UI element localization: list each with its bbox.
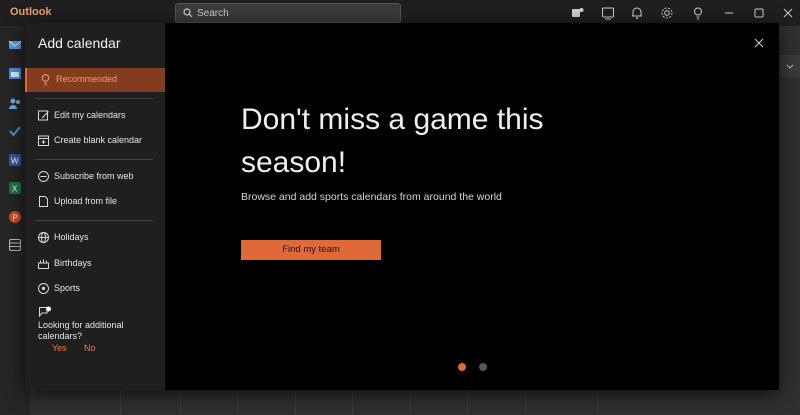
- nav-sports[interactable]: Sports: [25, 277, 165, 301]
- feedback-icon: [38, 306, 52, 318]
- divider: [35, 98, 153, 99]
- maximize-icon[interactable]: [751, 5, 767, 21]
- nav-label: Create blank calendar: [54, 135, 143, 145]
- teams-icon[interactable]: [569, 5, 585, 21]
- nav-label: Upload from file: [54, 196, 118, 206]
- upload-file-icon: [37, 195, 50, 208]
- background-gridline: [295, 390, 296, 415]
- feedback-yes-button[interactable]: Yes: [52, 343, 67, 353]
- nav-create-blank-calendar[interactable]: Create blank calendar: [25, 129, 165, 153]
- background-dropdown: [780, 55, 800, 77]
- nav-subscribe-from-web[interactable]: Subscribe from web: [25, 165, 165, 189]
- tips-icon[interactable]: [690, 5, 706, 21]
- promo-subtext: Browse and add sports calendars from aro…: [241, 191, 502, 203]
- background-gridline: [597, 390, 598, 415]
- find-my-team-button[interactable]: Find my team: [241, 240, 381, 260]
- my-day-icon[interactable]: [600, 5, 616, 21]
- subscribe-web-icon: [37, 170, 50, 183]
- background-gridline: [410, 390, 411, 415]
- promo-headline: Don't miss a game this season!: [241, 103, 544, 179]
- globe-icon: [37, 231, 50, 244]
- search-icon: [183, 8, 193, 18]
- calendar-icon[interactable]: [8, 66, 22, 80]
- minimize-icon[interactable]: [721, 5, 737, 21]
- cake-icon: [37, 257, 50, 270]
- feedback-no-button[interactable]: No: [84, 343, 96, 353]
- nav-label: Holidays: [54, 232, 89, 242]
- nav-label: Subscribe from web: [54, 171, 134, 181]
- svg-text:W: W: [11, 157, 19, 166]
- nav-recommended[interactable]: Recommended: [25, 68, 165, 92]
- ball-icon: [37, 282, 50, 295]
- excel-icon[interactable]: X: [8, 181, 22, 195]
- background-gridline: [237, 390, 238, 415]
- nav-label: Edit my calendars: [54, 110, 126, 120]
- background-gridline: [352, 390, 353, 415]
- background-gridline: [525, 390, 526, 415]
- nav-label: Sports: [54, 283, 81, 293]
- search-input[interactable]: Search: [175, 3, 401, 23]
- nav-edit-my-calendars[interactable]: Edit my calendars: [25, 104, 165, 128]
- search-placeholder: Search: [197, 8, 229, 19]
- add-calendar-dialog: Add calendar Recommended Edit my calenda…: [25, 23, 779, 390]
- divider: [35, 220, 153, 221]
- blank-calendar-icon: [37, 134, 50, 147]
- background-gridline: [120, 390, 121, 415]
- close-window-icon[interactable]: [780, 5, 796, 21]
- background-gridline: [467, 390, 468, 415]
- pager-dot-active[interactable]: [458, 363, 466, 371]
- svg-text:P: P: [13, 214, 18, 223]
- app-title: Outlook: [10, 6, 52, 18]
- feedback-question: Looking for additional calendars?: [38, 320, 124, 341]
- powerpoint-icon[interactable]: P: [8, 210, 22, 224]
- nav-holidays[interactable]: Holidays: [25, 226, 165, 250]
- nav-birthdays[interactable]: Birthdays: [25, 252, 165, 276]
- apps-icon[interactable]: [8, 238, 22, 252]
- pager-dot[interactable]: [479, 363, 487, 371]
- gear-icon[interactable]: [659, 5, 675, 21]
- divider: [35, 159, 153, 160]
- edit-calendar-icon: [37, 109, 50, 122]
- dialog-sidebar: Add calendar Recommended Edit my calenda…: [25, 23, 165, 390]
- lightbulb-icon: [39, 73, 52, 86]
- close-dialog-icon[interactable]: [752, 36, 766, 50]
- background-gridline: [180, 390, 181, 415]
- bell-icon[interactable]: [629, 5, 645, 21]
- svg-text:X: X: [12, 185, 18, 194]
- todo-icon[interactable]: [8, 124, 22, 138]
- dialog-title: Add calendar: [38, 35, 121, 51]
- nav-label: Birthdays: [54, 258, 92, 268]
- word-icon[interactable]: W: [8, 153, 22, 167]
- nav-upload-from-file[interactable]: Upload from file: [25, 190, 165, 214]
- mail-icon[interactable]: [8, 38, 22, 52]
- nav-label: Recommended: [56, 74, 118, 84]
- people-icon[interactable]: [8, 96, 22, 110]
